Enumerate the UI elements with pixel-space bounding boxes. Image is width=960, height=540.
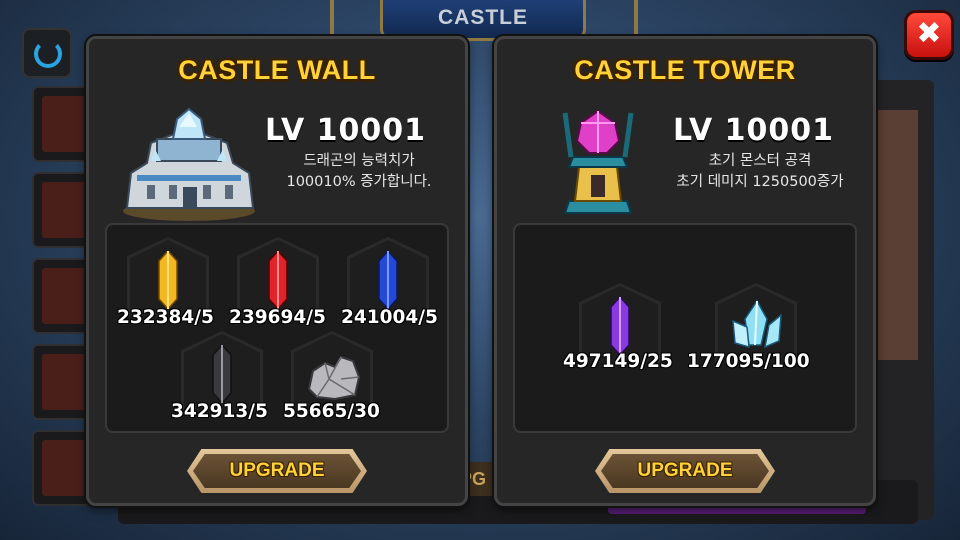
purple-crystal-icon <box>610 297 630 355</box>
material-count: 232384/5 <box>117 307 214 328</box>
castle-tower-icon <box>562 109 634 214</box>
red-crystal-icon <box>268 251 288 309</box>
material-count: 55665/30 <box>283 401 380 422</box>
castle-wall-icon <box>123 107 255 221</box>
castle-tower-upgrade-button[interactable]: UPGRADE <box>595 449 775 493</box>
upgrade-button-label: UPGRADE <box>229 460 325 481</box>
castle-tower-materials <box>513 223 857 433</box>
castle-wall-panel: CASTLE WALL LV 10001 드래곤의 능력치가 100010% 증… <box>86 36 468 506</box>
yellow-crystal-icon <box>158 251 178 309</box>
material-count: 241004/5 <box>341 307 438 328</box>
castle-tower-description: 초기 몬스터 공격 초기 데미지 1250500증가 <box>647 151 873 193</box>
castle-tower-panel: CASTLE TOWER LV 10001 초기 몬스터 공격 초기 데미지 1… <box>494 36 876 506</box>
background-right-panel <box>868 80 934 520</box>
castle-wall-description-line1: 드래곤의 능력치가 <box>303 153 415 169</box>
upgrade-button-label: UPGRADE <box>637 460 733 481</box>
close-button[interactable]: ✖ <box>904 10 954 60</box>
refresh-icon[interactable] <box>22 28 72 78</box>
ice-crystal-icon <box>732 299 782 349</box>
close-icon: ✖ <box>916 16 942 51</box>
castle-tower-description-line2: 초기 데미지 1250500증가 <box>676 174 844 190</box>
material-count: 177095/100 <box>687 351 810 372</box>
castle-tower-description-line1: 초기 몬스터 공격 <box>708 153 812 169</box>
black-crystal-icon <box>212 345 232 403</box>
castle-wall-description: 드래곤의 능력치가 100010% 증가합니다. <box>249 151 469 193</box>
material-count: 239694/5 <box>229 307 326 328</box>
castle-wall-upgrade-button[interactable]: UPGRADE <box>187 449 367 493</box>
castle-tower-title: CASTLE TOWER <box>574 55 796 85</box>
castle-wall-level: LV 10001 <box>265 113 427 148</box>
castle-tower-level: LV 10001 <box>673 113 835 148</box>
silver-ore-icon <box>307 355 361 401</box>
background-screen-title: CASTLE <box>380 0 586 41</box>
material-count: 497149/25 <box>563 351 673 372</box>
material-count: 342913/5 <box>171 401 268 422</box>
blue-crystal-icon <box>378 251 398 309</box>
castle-wall-title: CASTLE WALL <box>178 55 376 85</box>
castle-wall-description-line2: 100010% 증가합니다. <box>286 174 432 190</box>
